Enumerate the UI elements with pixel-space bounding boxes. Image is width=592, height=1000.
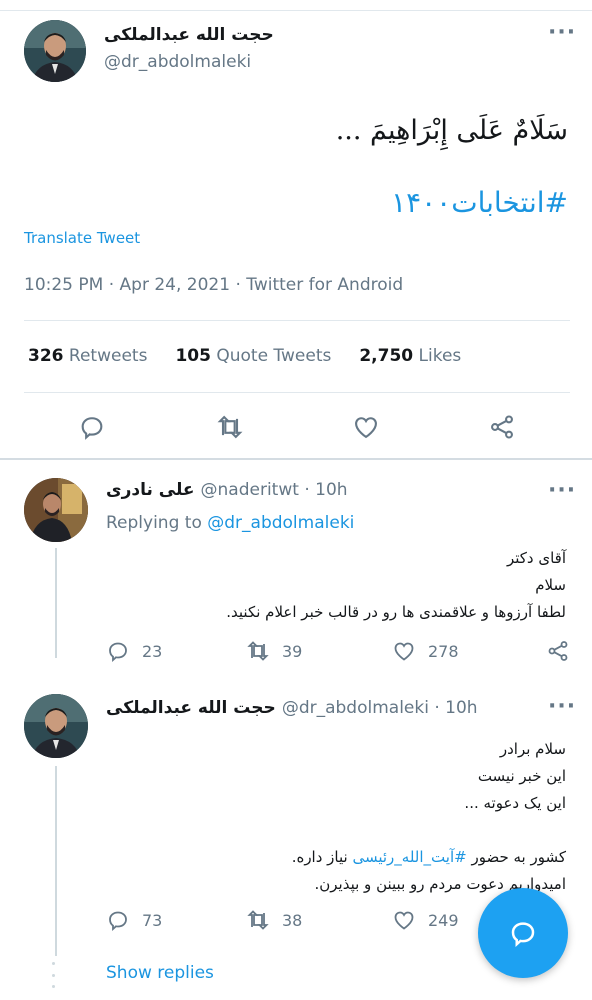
more-options-icon[interactable]: ···	[548, 20, 576, 45]
likes-count: 2,750	[359, 346, 414, 366]
share-icon[interactable]	[488, 413, 516, 445]
reply2-handle-time[interactable]: @dr_abdolmaleki · 10h	[282, 698, 478, 718]
show-replies-link[interactable]: Show replies	[106, 963, 214, 983]
reply1-like-action[interactable]: 278	[392, 639, 459, 663]
thread-line-1	[55, 548, 57, 658]
reply-bubble-icon	[511, 922, 535, 948]
reply-icon[interactable]	[78, 413, 106, 445]
reply-icon	[109, 911, 127, 932]
likes-label: Likes	[418, 346, 462, 366]
reply2-line2: این خبر نیست	[477, 767, 566, 785]
reply1-retweet-count: 39	[282, 641, 303, 661]
reply2-line4-after: نیاز داره.	[291, 848, 353, 866]
replying-to-handle[interactable]: @dr_abdolmaleki	[207, 513, 354, 533]
author-avatar[interactable]	[24, 20, 86, 82]
like-icon	[394, 911, 414, 930]
stats-divider-bottom	[24, 392, 570, 393]
reply2-line1: سلام برادر	[499, 740, 566, 758]
tweet-stats: 326 Retweets 105 Quote Tweets 2,750 Like…	[28, 346, 461, 366]
stats-divider-top	[24, 320, 570, 321]
tweet-timestamp: 10:25 PM · Apr 24, 2021 · Twitter for An…	[24, 275, 404, 295]
tweet-hashtag[interactable]: #انتخابات۱۴۰۰	[168, 186, 568, 219]
tweet-text: سَلَامٌ عَلَى إِبْرَاهِيمَ ...	[335, 115, 568, 146]
reply1-text: آقای دکتر سلام لطفا آرزوها و علاقمندی ها…	[116, 545, 566, 626]
reply1-line1: آقای دکتر	[506, 549, 566, 567]
reply1-line2: سلام	[535, 576, 566, 594]
thread-line-2	[55, 766, 57, 956]
reply1-header: علی نادری @naderitwt · 10h	[106, 480, 348, 500]
reply2-like-action[interactable]: 249	[392, 908, 459, 932]
quotes-count: 105	[175, 346, 211, 366]
reply2-line4-hashtag[interactable]: #آیت_الله_رئیسی	[352, 848, 466, 866]
translate-tweet-link[interactable]: Translate Tweet	[24, 229, 140, 247]
reply1-author-name[interactable]: علی نادری	[106, 480, 195, 500]
replying-to-prefix: Replying to	[106, 513, 202, 533]
reply2-line4-before: کشور به حضور	[466, 848, 566, 866]
reply1-share-icon[interactable]	[546, 639, 570, 667]
reply2-retweet-count: 38	[282, 910, 303, 930]
reply2-avatar[interactable]	[24, 694, 88, 758]
author-name[interactable]: حجت الله عبدالملکی	[104, 25, 274, 45]
retweet-icon	[247, 641, 269, 661]
reply1-handle-time[interactable]: @naderitwt · 10h	[201, 480, 348, 500]
reply2-line3: این یک دعوته ...	[464, 794, 566, 812]
reply2-retweet-action[interactable]: 38	[246, 908, 302, 932]
reply1-avatar[interactable]	[24, 478, 88, 542]
reply1-reply-action[interactable]: 23	[106, 639, 162, 663]
reply-icon	[109, 642, 127, 663]
reply2-blank-line	[116, 817, 566, 844]
like-icon[interactable]	[352, 413, 380, 445]
reply1-replying-to: Replying to @dr_abdolmaleki	[106, 513, 354, 533]
reply2-header: حجت الله عبدالملکی @dr_abdolmaleki · 10h	[106, 698, 478, 718]
thread-dots	[52, 962, 56, 988]
reply2-author-name[interactable]: حجت الله عبدالملکی	[106, 698, 276, 718]
like-icon	[394, 642, 414, 661]
retweets-stat[interactable]: 326 Retweets	[28, 346, 147, 366]
retweet-icon	[247, 910, 269, 930]
reply2-line4: کشور به حضور #آیت_الله_رئیسی نیاز داره.	[116, 844, 566, 871]
reply2-reply-count: 73	[142, 910, 163, 930]
quote-tweets-stat[interactable]: 105 Quote Tweets	[175, 346, 331, 366]
reply1-more-icon[interactable]: ···	[548, 478, 576, 503]
reply2-reply-action[interactable]: 73	[106, 908, 162, 932]
main-tweet-divider	[0, 458, 592, 460]
reply1-reply-count: 23	[142, 641, 163, 661]
retweet-icon[interactable]	[216, 413, 244, 445]
reply2-more-icon[interactable]: ···	[548, 694, 576, 719]
reply1-retweet-action[interactable]: 39	[246, 639, 302, 663]
reply1-like-count: 278	[428, 641, 459, 661]
reply2-like-count: 249	[428, 910, 459, 930]
top-divider	[0, 10, 592, 11]
retweets-count: 326	[28, 346, 64, 366]
retweets-label: Retweets	[68, 346, 148, 366]
quotes-label: Quote Tweets	[216, 346, 332, 366]
likes-stat[interactable]: 2,750 Likes	[359, 346, 461, 366]
reply2-text: سلام برادر این خبر نیست این یک دعوته ...…	[116, 736, 566, 898]
author-handle[interactable]: @dr_abdolmaleki	[104, 52, 251, 72]
compose-reply-button[interactable]	[478, 888, 568, 978]
reply1-line3: لطفا آرزوها و علاقمندی ها رو در قالب خبر…	[226, 603, 566, 621]
